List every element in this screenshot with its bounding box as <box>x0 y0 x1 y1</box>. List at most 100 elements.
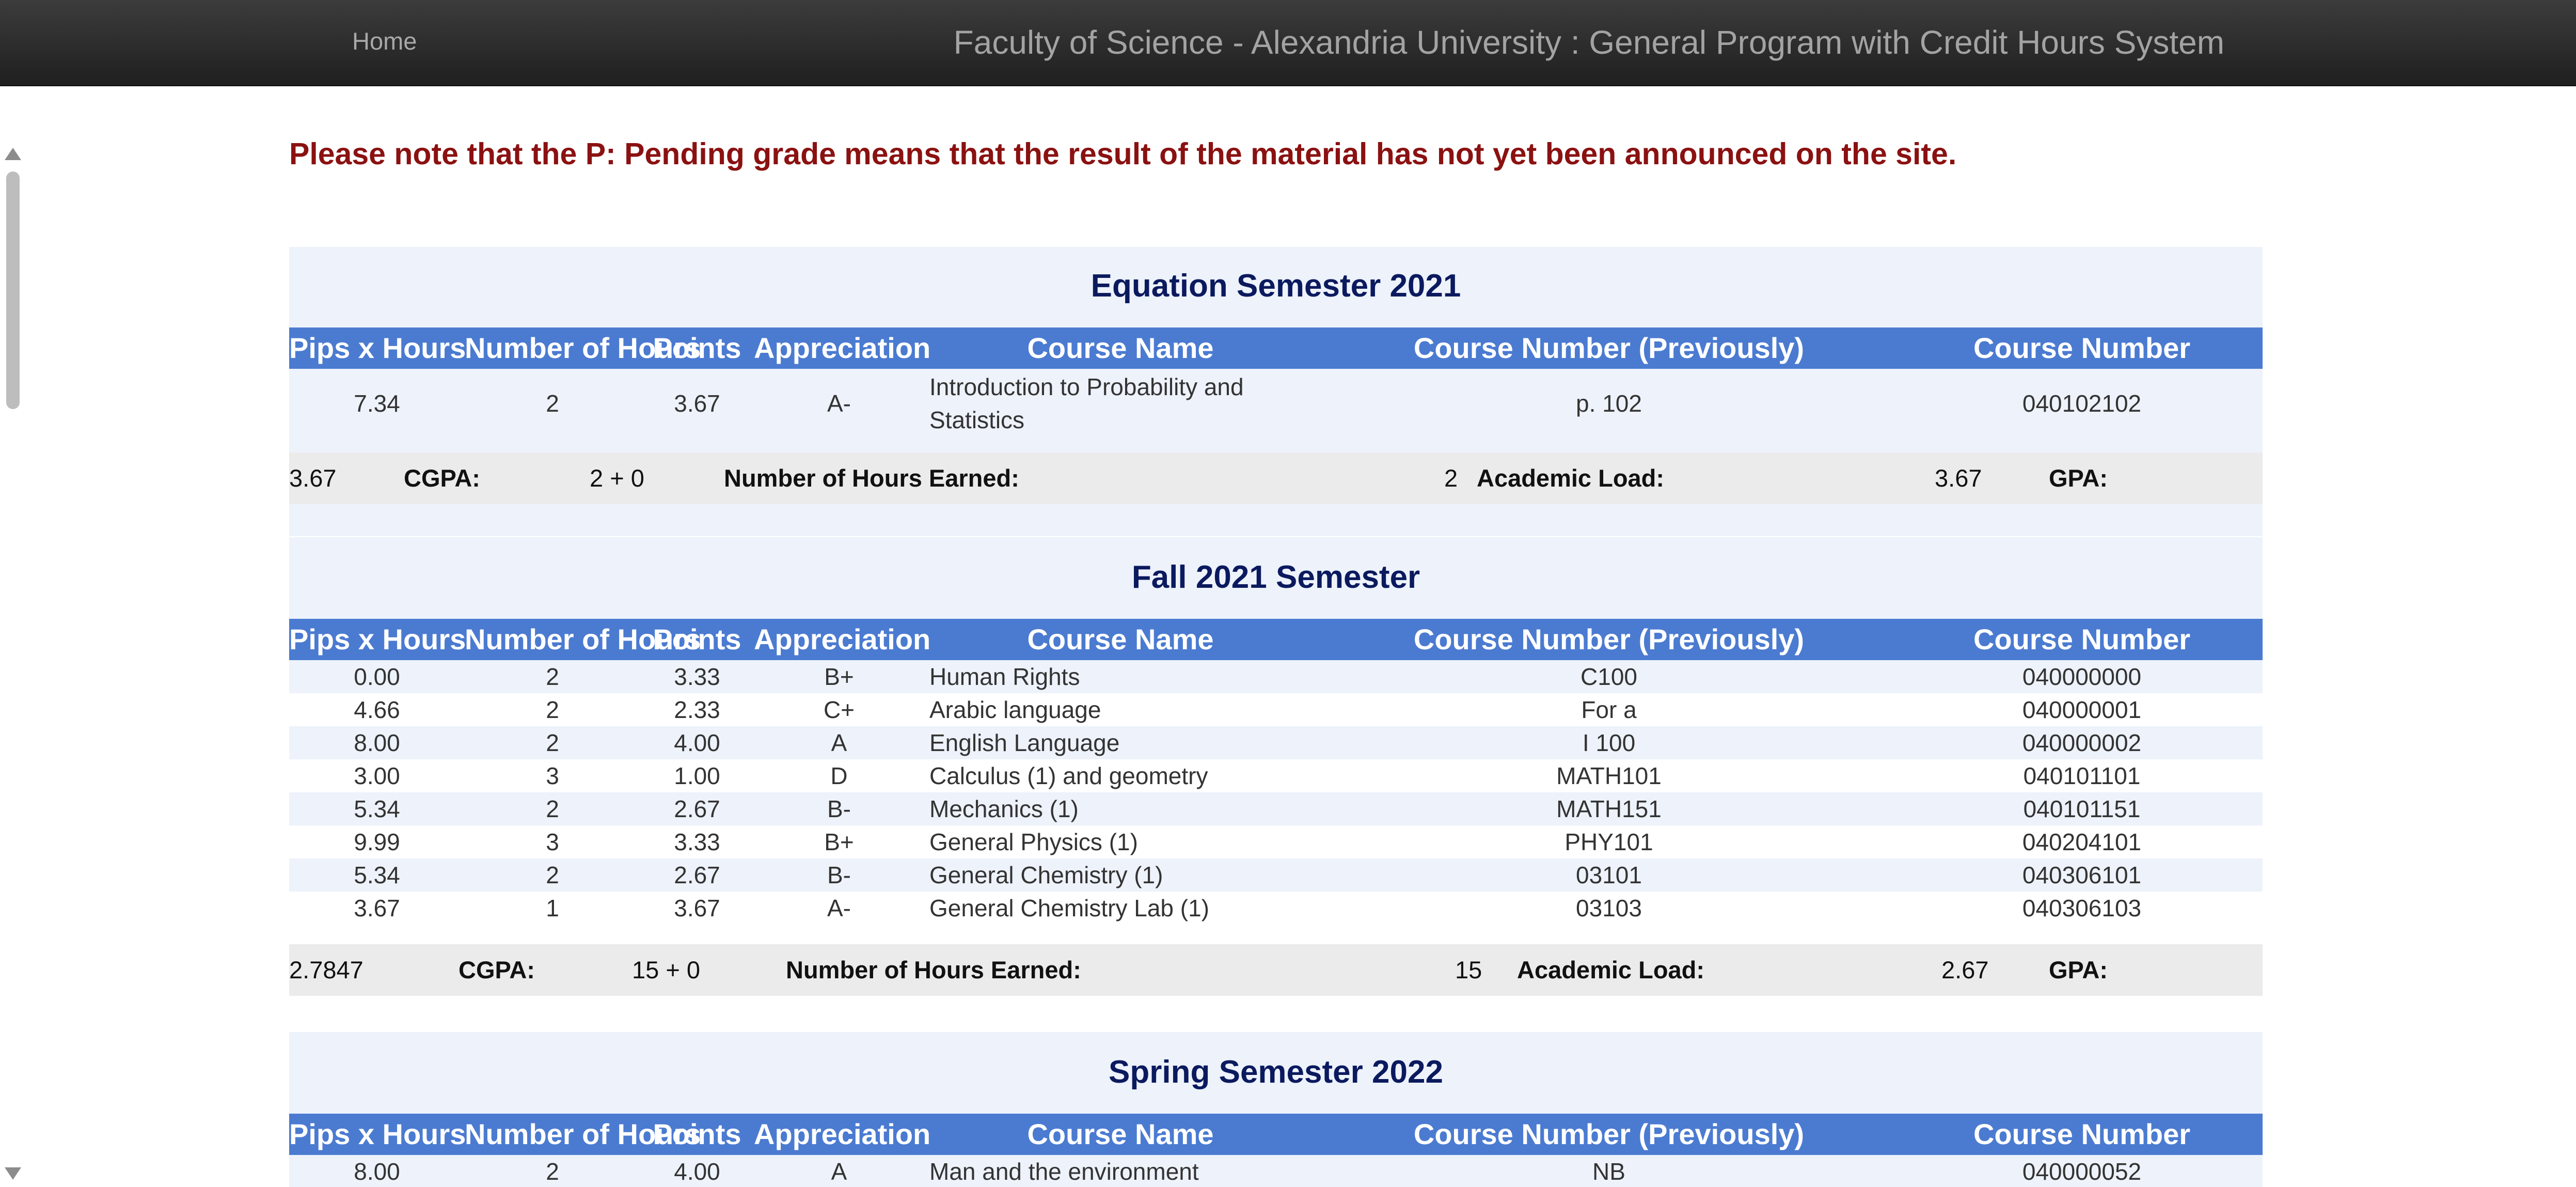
course-name-cell: General Physics (1) <box>924 825 1317 858</box>
cgpa-label: CGPA: <box>459 956 535 983</box>
table-row: 5.34 2 2.67 B- Mechanics (1) MATH151 040… <box>289 792 2263 825</box>
hours-cell: 3 <box>465 825 640 858</box>
column-header: Appreciation <box>754 1114 930 1155</box>
gpa-value: 2.67 <box>1941 956 1989 983</box>
table-row: 3.67 1 3.67 A- General Chemistry Lab (1)… <box>289 892 2263 925</box>
academic-load-value: 2 <box>1444 464 1458 492</box>
course-number-cell: 040000001 <box>1901 693 2263 726</box>
pips-cell: 5.34 <box>289 858 465 892</box>
site-title: Faculty of Science - Alexandria Universi… <box>953 24 2224 61</box>
prev-course-number-cell: MATH101 <box>1317 759 1901 792</box>
prev-course-number-cell: 03101 <box>1317 858 1901 892</box>
table-row: 8.00 2 4.00 A Man and the environment NB… <box>289 1155 2263 1187</box>
hours-earned-label: Number of Hours Earned: <box>724 464 1019 492</box>
grade-cell: A- <box>754 892 924 925</box>
table-row: 0.00 2 3.33 B+ Human Rights C100 0400000… <box>289 660 2263 693</box>
academic-load-label: Academic Load: <box>1517 956 1705 983</box>
prev-course-number-cell: I 100 <box>1317 726 1901 759</box>
cgpa-label: CGPA: <box>404 464 480 492</box>
grade-cell: B- <box>754 792 924 825</box>
points-cell: 3.67 <box>640 892 754 925</box>
hours-cell: 2 <box>465 858 640 892</box>
hours-cell: 2 <box>465 693 640 726</box>
course-name-cell: Arabic language <box>924 693 1317 726</box>
points-cell: 1.00 <box>640 759 754 792</box>
table-row: 7.34 2 3.67 A- Introduction to Probabili… <box>289 369 2263 438</box>
table-header-row: Pips x Hours Number of Hours Points Appr… <box>289 1114 2263 1155</box>
column-header: Points <box>640 327 754 369</box>
course-name-cell: Man and the environment <box>924 1155 1317 1187</box>
semester-section: Spring Semester 2022 Pips x Hours Number… <box>289 1032 2263 1187</box>
semester-title: Fall 2021 Semester <box>289 537 2263 619</box>
semester-section: Equation Semester 2021 Pips x Hours Numb… <box>289 247 2263 536</box>
grade-cell: A <box>754 726 924 759</box>
grade-cell: C+ <box>754 693 924 726</box>
column-header: Number of Hours <box>465 327 701 369</box>
grades-table: Pips x Hours Number of Hours Points Appr… <box>289 327 2263 438</box>
course-number-cell: 040101151 <box>1901 792 2263 825</box>
points-cell: 2.67 <box>640 792 754 825</box>
column-header: Pips x Hours <box>289 1114 466 1155</box>
course-name-cell: Mechanics (1) <box>924 792 1317 825</box>
column-header: Course Name <box>924 619 1317 660</box>
hours-cell: 3 <box>465 759 640 792</box>
course-number-cell: 040101101 <box>1901 759 2263 792</box>
hours-cell: 1 <box>465 892 640 925</box>
column-header: Points <box>640 1114 754 1155</box>
spacer <box>289 504 2263 536</box>
column-header: Course Name <box>924 1114 1317 1155</box>
semester-summary: 3.67 CGPA: 2 + 0 Number of Hours Earned:… <box>289 452 2263 504</box>
pips-cell: 7.34 <box>289 369 465 438</box>
gpa-label: GPA: <box>2049 464 2108 492</box>
column-header: Appreciation <box>754 327 930 369</box>
gpa-label: GPA: <box>2049 956 2108 983</box>
points-cell: 3.67 <box>640 369 754 438</box>
points-cell: 2.33 <box>640 693 754 726</box>
grades-table: Pips x Hours Number of Hours Points Appr… <box>289 1114 2263 1187</box>
course-name-cell: Human Rights <box>924 660 1317 693</box>
semester-section: Fall 2021 Semester Pips x Hours Number o… <box>289 537 2263 996</box>
column-header: Pips x Hours <box>289 619 466 660</box>
scroll-down-arrow-icon[interactable] <box>5 1167 21 1180</box>
vertical-scrollbar[interactable] <box>0 139 26 1187</box>
scroll-thumb[interactable] <box>6 171 20 409</box>
pips-cell: 4.66 <box>289 693 465 726</box>
points-cell: 4.00 <box>640 726 754 759</box>
table-row: 9.99 3 3.33 B+ General Physics (1) PHY10… <box>289 825 2263 858</box>
pending-grade-notice: Please note that the P: Pending grade me… <box>289 137 1957 171</box>
column-header: Number of Hours <box>465 619 701 660</box>
grade-cell: B- <box>754 858 924 892</box>
course-number-cell: 040000000 <box>1901 660 2263 693</box>
hours-cell: 2 <box>465 792 640 825</box>
course-number-cell: 040306103 <box>1901 892 2263 925</box>
course-name-cell: English Language <box>924 726 1317 759</box>
pips-cell: 9.99 <box>289 825 465 858</box>
pips-cell: 0.00 <box>289 660 465 693</box>
home-link[interactable]: Home <box>352 26 417 57</box>
spacer <box>289 925 2263 944</box>
table-row: 5.34 2 2.67 B- General Chemistry (1) 031… <box>289 858 2263 892</box>
top-navbar: Home Faculty of Science - Alexandria Uni… <box>0 0 2576 86</box>
column-header: Course Name <box>924 327 1317 369</box>
column-header: Pips x Hours <box>289 327 466 369</box>
hours-cell: 2 <box>465 726 640 759</box>
semester-summary: 2.7847 CGPA: 15 + 0 Number of Hours Earn… <box>289 944 2263 996</box>
prev-course-number-cell: NB <box>1317 1155 1901 1187</box>
table-header-row: Pips x Hours Number of Hours Points Appr… <box>289 327 2263 369</box>
table-row: 3.00 3 1.00 D Calculus (1) and geometry … <box>289 759 2263 792</box>
hours-earned-label: Number of Hours Earned: <box>786 956 1081 983</box>
scroll-up-arrow-icon[interactable] <box>5 148 21 160</box>
prev-course-number-cell: p. 102 <box>1317 369 1901 438</box>
table-row: 8.00 2 4.00 A English Language I 100 040… <box>289 726 2263 759</box>
hours-cell: 2 <box>465 369 640 438</box>
course-number-cell: 040000002 <box>1901 726 2263 759</box>
pips-cell: 3.67 <box>289 892 465 925</box>
grade-cell: B+ <box>754 825 924 858</box>
semester-title: Spring Semester 2022 <box>289 1032 2263 1114</box>
pips-cell: 8.00 <box>289 726 465 759</box>
column-header: Points <box>640 619 754 660</box>
course-name-cell: Calculus (1) and geometry <box>924 759 1317 792</box>
cgpa-value: 2.7847 <box>289 956 364 983</box>
grade-cell: A- <box>754 369 924 438</box>
course-number-cell: 040000052 <box>1901 1155 2263 1187</box>
